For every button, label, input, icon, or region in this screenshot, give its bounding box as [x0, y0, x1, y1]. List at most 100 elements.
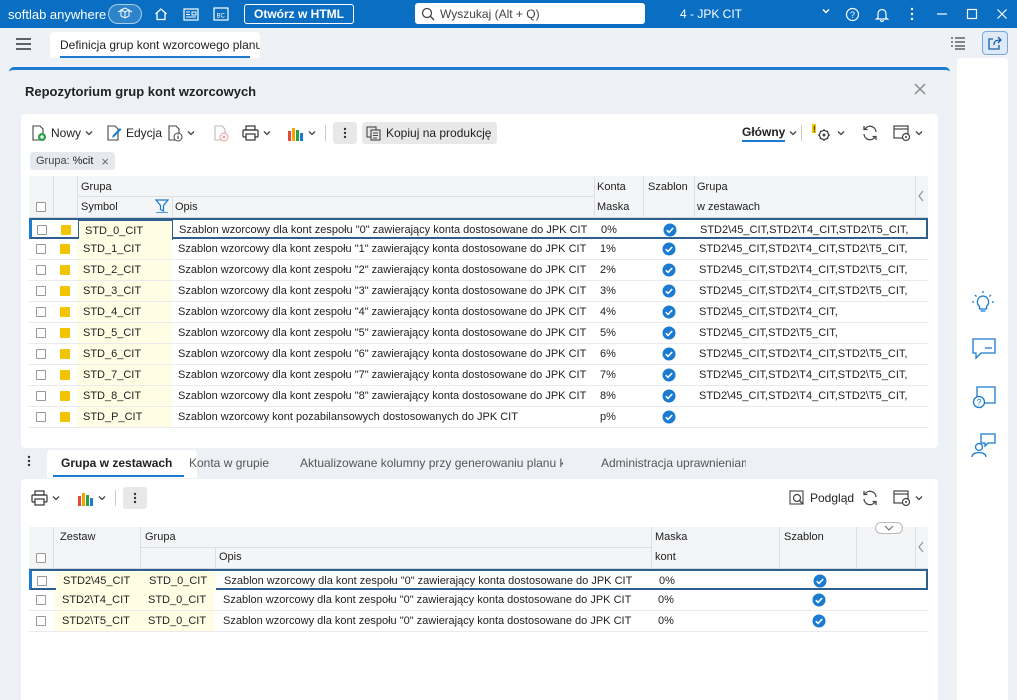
row-checkbox[interactable] — [36, 265, 46, 275]
select-all-checkbox[interactable] — [36, 202, 46, 212]
col-mask[interactable]: Maska — [655, 531, 687, 543]
close-panel-button[interactable] — [914, 83, 926, 98]
table-row[interactable]: STD2\45_CIT STD_0_CIT Szablon wzorcowy dla… — [29, 569, 928, 591]
table-row[interactable]: STD2\T5_CIT STD_0_CIT Szablon wzorcowy dla… — [29, 611, 928, 632]
notifications-button[interactable] — [867, 0, 897, 28]
col-template[interactable]: Szablon — [648, 181, 688, 193]
row-checkbox[interactable] — [36, 412, 46, 422]
layout-settings-button[interactable] — [893, 120, 923, 146]
contact-button[interactable] — [971, 432, 997, 461]
tab-accounts-in-group[interactable]: Konta w grupie — [189, 456, 269, 470]
modules-button[interactable] — [108, 4, 142, 24]
col-desc[interactable]: Opis — [175, 201, 198, 213]
row-checkbox[interactable] — [36, 391, 46, 401]
chart-button-2[interactable] — [77, 485, 106, 511]
table-row[interactable]: STD_8_CIT Szablon wzorcowy dla kont zespo… — [29, 386, 928, 407]
open-html-button[interactable]: Otwórz w HTML — [244, 4, 354, 24]
table-row[interactable]: STD_6_CIT Szablon wzorcowy dla kont zespo… — [29, 344, 928, 365]
table-row[interactable]: STD_P_CIT Szablon wzorcowy kont pozabilan… — [29, 407, 928, 428]
cell-set[interactable]: STD2\T4_CIT — [55, 590, 140, 610]
select-all-checkbox-2[interactable] — [36, 553, 46, 563]
row-checkbox[interactable] — [37, 225, 47, 235]
print-button[interactable] — [242, 120, 271, 146]
home-button[interactable] — [148, 4, 174, 24]
tab-group-in-sets[interactable]: Grupa w zestawach — [52, 456, 185, 477]
refresh-button-2[interactable] — [861, 485, 879, 511]
edit-button[interactable]: Edycja — [106, 120, 162, 146]
toolbar-more-button[interactable] — [333, 122, 357, 144]
col-symbol[interactable]: Symbol — [81, 201, 118, 213]
maximize-button[interactable] — [957, 0, 987, 28]
scroll-left-icon[interactable] — [917, 541, 925, 556]
help-chat-button[interactable]: ? — [971, 385, 997, 414]
cell-set[interactable]: STD2\45_CIT — [56, 571, 141, 591]
cell-symbol[interactable]: STD_6_CIT — [77, 344, 172, 364]
copy-to-production-button[interactable]: Kopiuj na produkcję — [362, 122, 498, 144]
tab-definicja-grup[interactable]: Definicja grup kont wzorcowego planu — [50, 32, 260, 58]
tips-button[interactable] — [971, 290, 995, 317]
new-button[interactable]: Nowy — [31, 120, 93, 146]
cell-symbol[interactable]: STD_P_CIT — [77, 407, 172, 427]
detail-tabs-menu[interactable] — [27, 455, 31, 470]
layout-settings-button-2[interactable] — [893, 485, 923, 511]
table-row[interactable]: STD_5_CIT Szablon wzorcowy dla kont zespo… — [29, 323, 928, 344]
view-settings-button[interactable]: ! — [811, 120, 845, 146]
chat-button[interactable] — [971, 337, 997, 364]
remove-filter-icon[interactable]: × — [101, 154, 109, 169]
filter-icon[interactable] — [154, 199, 170, 216]
news-button[interactable] — [178, 4, 204, 24]
cell-symbol[interactable]: STD_2_CIT — [77, 260, 172, 280]
cell-set[interactable]: STD2\T5_CIT — [55, 611, 140, 631]
table-row[interactable]: STD_1_CIT Szablon wzorcowy dla kont zespo… — [29, 239, 928, 260]
tab-permissions[interactable]: Administracja uprawnieniami — [601, 456, 746, 470]
table-row[interactable]: STD_7_CIT Szablon wzorcowy dla kont zespo… — [29, 365, 928, 386]
row-checkbox[interactable] — [36, 328, 46, 338]
close-window-button[interactable] — [987, 0, 1017, 28]
row-checkbox[interactable] — [36, 286, 46, 296]
more-options-button[interactable] — [897, 0, 927, 28]
filter-chip[interactable]: Grupa: %cit × — [30, 152, 116, 170]
row-checkbox[interactable] — [36, 244, 46, 254]
chart-button[interactable] — [287, 120, 316, 146]
menu-button[interactable] — [16, 38, 31, 53]
preview-button[interactable]: Podgląd — [789, 485, 854, 511]
row-checkbox[interactable] — [36, 349, 46, 359]
cell-symbol[interactable]: STD_1_CIT — [77, 239, 172, 259]
row-checkbox[interactable] — [36, 370, 46, 380]
cell-symbol[interactable]: STD_0_CIT — [78, 220, 173, 240]
row-checkbox[interactable] — [37, 576, 47, 586]
cell-symbol[interactable]: STD_4_CIT — [77, 302, 172, 322]
cell-symbol[interactable]: STD_7_CIT — [77, 365, 172, 385]
minimize-button[interactable] — [927, 0, 957, 28]
view-selector[interactable]: Główny — [742, 120, 797, 146]
print-button-2[interactable] — [31, 485, 60, 511]
col-in-sets[interactable]: w zestawach — [697, 201, 760, 213]
table-row[interactable]: STD_2_CIT Szablon wzorcowy dla kont zespo… — [29, 260, 928, 281]
col-desc[interactable]: Opis — [219, 551, 242, 563]
collapse-header-icon[interactable] — [875, 522, 903, 537]
table-row[interactable]: STD_0_CIT Szablon wzorcowy dla kont zespo… — [29, 218, 928, 240]
table-row[interactable]: STD_4_CIT Szablon wzorcowy dla kont zespo… — [29, 302, 928, 323]
help-button[interactable]: ? — [837, 0, 867, 28]
row-checkbox[interactable] — [36, 616, 46, 626]
col-mask[interactable]: Maska — [597, 201, 629, 213]
cell-symbol[interactable]: STD_5_CIT — [77, 323, 172, 343]
company-selector-label[interactable]: 4 - JPK CIT — [680, 7, 742, 21]
info-button[interactable] — [167, 120, 195, 146]
sets-toolbar-more-button[interactable] — [123, 487, 147, 509]
col-template[interactable]: Szablon — [784, 531, 824, 543]
cell-symbol[interactable]: STD_8_CIT — [77, 386, 172, 406]
tab-list-button[interactable] — [950, 36, 966, 53]
scroll-left-icon[interactable] — [917, 190, 925, 205]
row-checkbox[interactable] — [36, 307, 46, 317]
row-checkbox[interactable] — [36, 595, 46, 605]
table-row[interactable]: STD_3_CIT Szablon wzorcowy dla kont zespo… — [29, 281, 928, 302]
bc-button[interactable]: BC — [208, 4, 234, 24]
delete-button[interactable] — [213, 120, 229, 146]
refresh-button[interactable] — [861, 120, 879, 146]
tab-updated-columns[interactable]: Aktualizowane kolumny przy generowaniu p… — [300, 456, 563, 470]
col-group[interactable]: Grupa — [145, 531, 176, 543]
col-set[interactable]: Zestaw — [60, 531, 95, 543]
chevron-down-icon[interactable] — [821, 6, 831, 19]
cell-symbol[interactable]: STD_3_CIT — [77, 281, 172, 301]
